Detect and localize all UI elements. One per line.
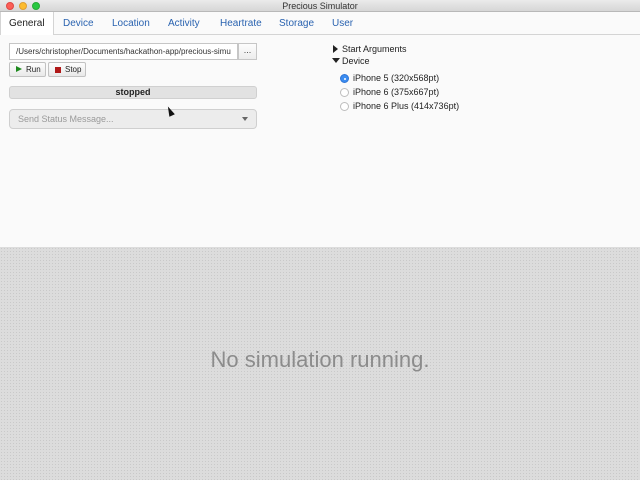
tab-general[interactable]: General: [0, 12, 54, 36]
window-title: Precious Simulator: [282, 1, 358, 11]
tab-user[interactable]: User: [324, 12, 361, 35]
stop-button[interactable]: Stop: [48, 62, 86, 77]
tab-heartrate[interactable]: Heartrate: [212, 12, 270, 35]
device-option-label: iPhone 6 (375x667pt): [353, 87, 440, 97]
app-path-field[interactable]: /Users/christopher/Documents/hackathon-a…: [9, 43, 238, 60]
play-icon: [16, 66, 22, 72]
start-arguments-label: Start Arguments: [342, 44, 407, 54]
browse-button[interactable]: ...: [238, 43, 257, 60]
start-arguments-disclosure[interactable]: Start Arguments: [332, 43, 407, 55]
tab-activity[interactable]: Activity: [160, 12, 208, 35]
simulator-status-text: No simulation running.: [210, 347, 430, 372]
simulator-area: No simulation running.: [0, 247, 640, 480]
tab-location[interactable]: Location: [104, 12, 158, 35]
device-disclosure[interactable]: Device: [332, 55, 370, 67]
run-button[interactable]: Run: [9, 62, 46, 77]
device-option-label: iPhone 5 (320x568pt): [353, 73, 440, 83]
title-bar: Precious Simulator: [0, 0, 640, 12]
radio-unselected-icon: [340, 88, 349, 97]
stop-button-label: Stop: [65, 65, 82, 74]
disclosure-right-icon: [333, 45, 338, 53]
device-option-label: iPhone 6 Plus (414x736pt): [353, 101, 460, 111]
status-message-select[interactable]: Send Status Message...: [9, 109, 257, 129]
status-indicator: stopped: [9, 86, 257, 99]
radio-selected-icon: [340, 74, 349, 83]
status-message-placeholder: Send Status Message...: [18, 114, 114, 124]
radio-unselected-icon: [340, 102, 349, 111]
device-option-iphone6[interactable]: iPhone 6 (375x667pt): [339, 86, 439, 98]
device-option-iphone6plus[interactable]: iPhone 6 Plus (414x736pt): [339, 100, 459, 112]
chevron-down-icon: [242, 117, 248, 121]
tab-device[interactable]: Device: [55, 12, 102, 35]
run-button-label: Run: [26, 65, 41, 74]
device-label: Device: [342, 56, 370, 66]
tab-storage[interactable]: Storage: [271, 12, 322, 35]
general-panel: /Users/christopher/Documents/hackathon-a…: [0, 35, 640, 247]
disclosure-down-icon: [332, 58, 340, 63]
stop-icon: [55, 67, 61, 73]
device-option-iphone5[interactable]: iPhone 5 (320x568pt): [339, 72, 439, 84]
tab-bar: General Device Location Activity Heartra…: [0, 12, 640, 36]
